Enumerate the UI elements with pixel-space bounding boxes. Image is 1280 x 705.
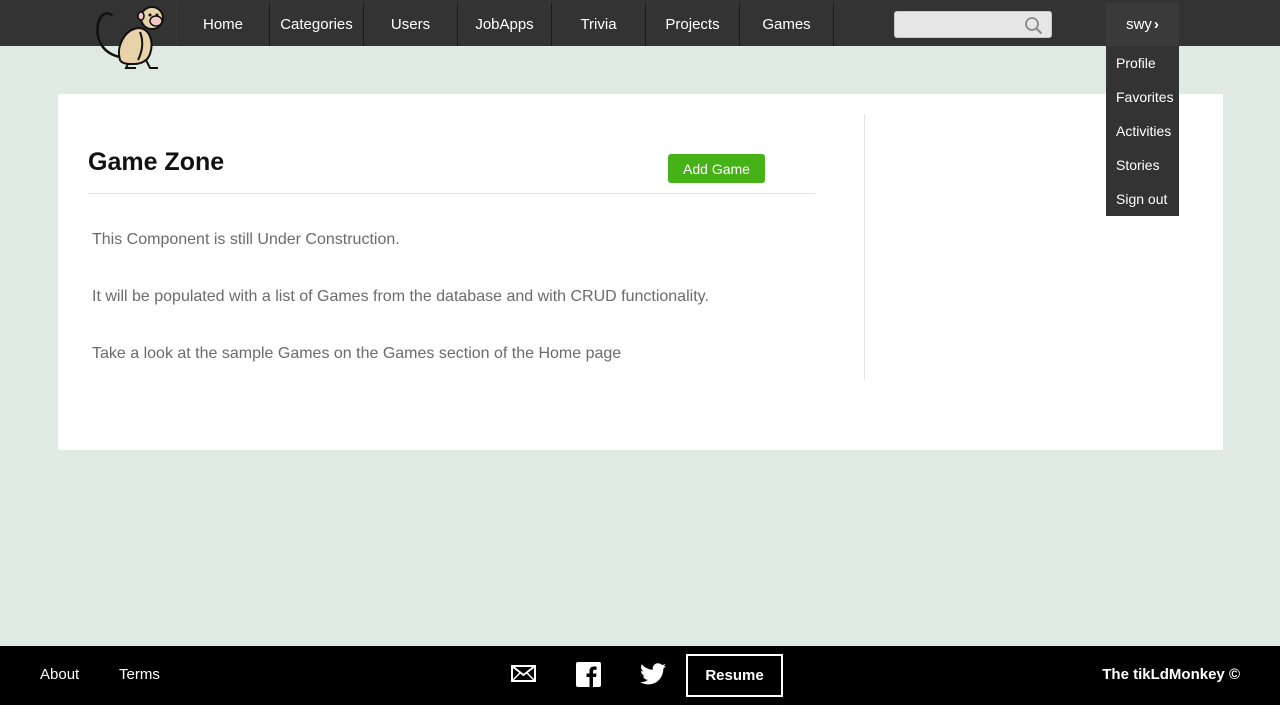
title-divider xyxy=(88,193,815,194)
search-icon[interactable] xyxy=(1024,16,1043,35)
nav-item-trivia[interactable]: Trivia xyxy=(552,3,646,46)
nav-item-projects[interactable]: Projects xyxy=(646,3,740,46)
dropdown-item-activities[interactable]: Activities xyxy=(1106,114,1179,148)
chevron-right-icon: › xyxy=(1153,16,1159,33)
info-paragraph: Take a look at the sample Games on the G… xyxy=(92,345,622,362)
user-dropdown-menu: Profile Favorites Activities Stories Sig… xyxy=(1106,46,1179,216)
nav-item-home[interactable]: Home xyxy=(176,3,270,46)
info-paragraph: It will be populated with a list of Game… xyxy=(92,288,709,305)
search-box xyxy=(894,11,1052,38)
main-nav: Home Categories Users JobApps Trivia Pro… xyxy=(176,3,834,46)
sidebar-divider xyxy=(864,114,865,380)
facebook-icon[interactable] xyxy=(576,662,601,692)
nav-item-games[interactable]: Games xyxy=(740,3,834,46)
content-card: Game Zone Add Game This Component is sti… xyxy=(58,94,1223,450)
info-paragraph: This Component is still Under Constructi… xyxy=(92,231,400,248)
monkey-logo-icon[interactable] xyxy=(90,2,170,72)
footer-link-about[interactable]: About xyxy=(40,666,79,683)
page-title: Game Zone xyxy=(88,148,225,176)
resume-button[interactable]: Resume xyxy=(686,654,783,697)
footer-link-terms[interactable]: Terms xyxy=(119,666,160,683)
search-input[interactable] xyxy=(901,14,1025,36)
nav-item-jobapps[interactable]: JobApps xyxy=(458,3,552,46)
twitter-icon[interactable] xyxy=(640,663,666,690)
mail-icon[interactable] xyxy=(511,665,536,687)
username-label: swy xyxy=(1126,16,1152,33)
nav-item-users[interactable]: Users xyxy=(364,3,458,46)
dropdown-item-sign-out[interactable]: Sign out xyxy=(1106,182,1179,216)
add-game-button[interactable]: Add Game xyxy=(668,154,765,183)
dropdown-item-stories[interactable]: Stories xyxy=(1106,148,1179,182)
user-menu-toggle[interactable]: swy › xyxy=(1106,3,1179,46)
footer: About Terms Resume The tikLdMonkey © xyxy=(0,646,1280,705)
dropdown-item-favorites[interactable]: Favorites xyxy=(1106,80,1179,114)
copyright-text: The tikLdMonkey © xyxy=(1102,666,1240,683)
nav-item-categories[interactable]: Categories xyxy=(270,3,364,46)
dropdown-item-profile[interactable]: Profile xyxy=(1106,46,1179,80)
